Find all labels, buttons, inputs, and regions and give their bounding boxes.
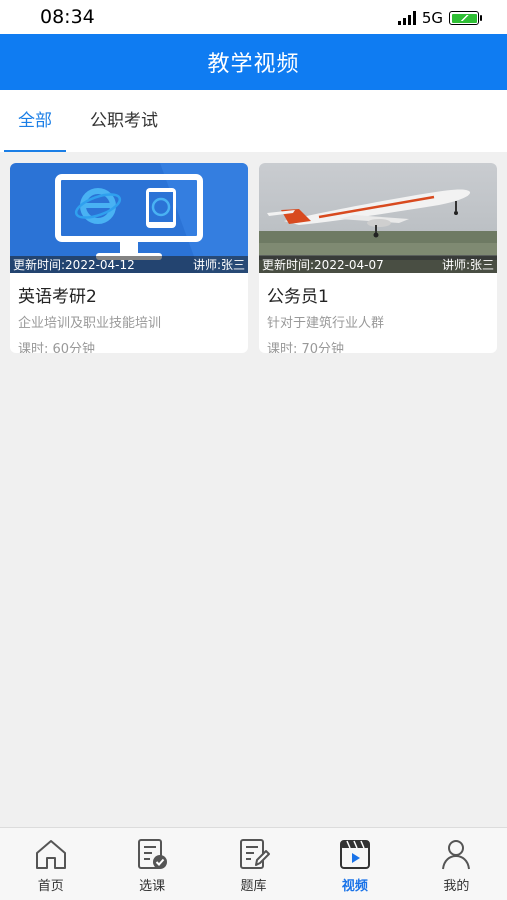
nav-item-video[interactable]: 视频 [304, 828, 405, 900]
nav-item-profile[interactable]: 我的 [406, 828, 507, 900]
course-description: 企业培训及职业技能培训 [18, 316, 162, 331]
page-title: 教学视频 [207, 52, 300, 77]
question-bank-icon [239, 839, 270, 869]
signal-icon [397, 11, 416, 25]
network-type: 5G [421, 9, 443, 27]
tab-civil-exam[interactable]: 公职考试 [90, 90, 158, 152]
nav-item-home[interactable]: 首页 [0, 828, 101, 900]
course-teacher: 讲师:张三 [192, 258, 245, 272]
course-card[interactable]: 更新时间:2022-04-12 讲师:张三 英语考研2 企业培训及职业技能培训 … [10, 163, 248, 353]
course-teacher: 讲师:张三 [441, 258, 494, 272]
bottom-navigation: 首页 选课 题库 视频 我的 [0, 827, 507, 900]
home-icon [35, 840, 66, 869]
course-title: 英语考研2 [18, 287, 97, 307]
header-bar: 教学视频 [0, 34, 507, 90]
course-select-icon [138, 839, 168, 869]
nav-label: 首页 [37, 879, 64, 894]
course-updated-date: 更新时间:2022-04-12 [13, 258, 135, 272]
course-thumbnail: 更新时间:2022-04-07 讲师:张三 [259, 163, 497, 273]
course-description: 针对于建筑行业人群 [267, 316, 385, 331]
nav-item-question-bank[interactable]: 题库 [203, 828, 304, 900]
course-duration: 课时: 60分钟 [18, 342, 96, 353]
course-duration: 课时: 70分钟 [267, 342, 345, 353]
nav-label: 我的 [443, 879, 470, 894]
course-thumbnail: 更新时间:2022-04-12 讲师:张三 [10, 163, 248, 273]
battery-icon [449, 11, 482, 25]
course-title: 公务员1 [267, 287, 329, 307]
course-grid: 更新时间:2022-04-12 讲师:张三 英语考研2 企业培训及职业技能培训 … [10, 163, 498, 353]
status-time: 08:34 [40, 6, 95, 28]
video-icon [339, 840, 370, 869]
status-indicators: 5G [397, 9, 482, 27]
tab-all[interactable]: 全部 [4, 90, 66, 152]
course-card[interactable]: 更新时间:2022-04-07 讲师:张三 公务员1 针对于建筑行业人群 课时:… [259, 163, 497, 353]
thumbnail-info-bar: 更新时间:2022-04-12 讲师:张三 [10, 256, 248, 273]
nav-label: 题库 [240, 879, 267, 894]
course-updated-date: 更新时间:2022-04-07 [262, 258, 384, 272]
nav-label: 视频 [341, 879, 368, 894]
status-bar: 08:34 5G [0, 0, 507, 34]
category-tabs: 全部 公职考试 [0, 90, 507, 152]
profile-icon [442, 840, 471, 870]
nav-item-course-select[interactable]: 选课 [101, 828, 202, 900]
thumbnail-info-bar: 更新时间:2022-04-07 讲师:张三 [259, 256, 497, 273]
nav-label: 选课 [139, 879, 166, 894]
